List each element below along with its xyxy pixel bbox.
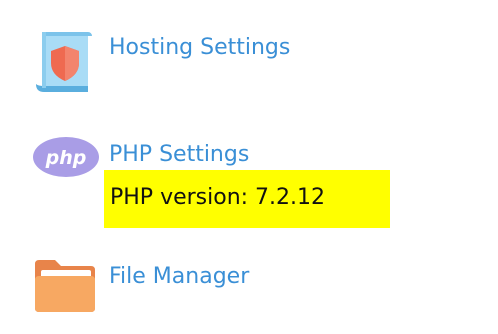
svg-text:php: php — [45, 147, 87, 169]
hosting-settings-link[interactable]: Hosting Settings — [109, 37, 290, 59]
php-icon: php — [32, 136, 100, 182]
folder-icon — [33, 258, 97, 318]
file-manager-link[interactable]: File Manager — [109, 266, 249, 288]
php-version-text: PHP version: 7.2.12 — [110, 185, 326, 210]
php-settings-link[interactable]: PHP Settings — [109, 144, 249, 166]
settings-panel: Hosting Settings php PHP Settings PHP ve… — [0, 0, 498, 334]
list-item-php-settings[interactable]: php PHP Settings — [0, 130, 498, 177]
shield-document-icon — [32, 26, 96, 102]
list-item-hosting-settings[interactable]: Hosting Settings — [0, 0, 498, 110]
php-version-highlight: PHP version: 7.2.12 — [104, 170, 390, 228]
list-item-file-manager[interactable]: File Manager — [0, 248, 498, 318]
